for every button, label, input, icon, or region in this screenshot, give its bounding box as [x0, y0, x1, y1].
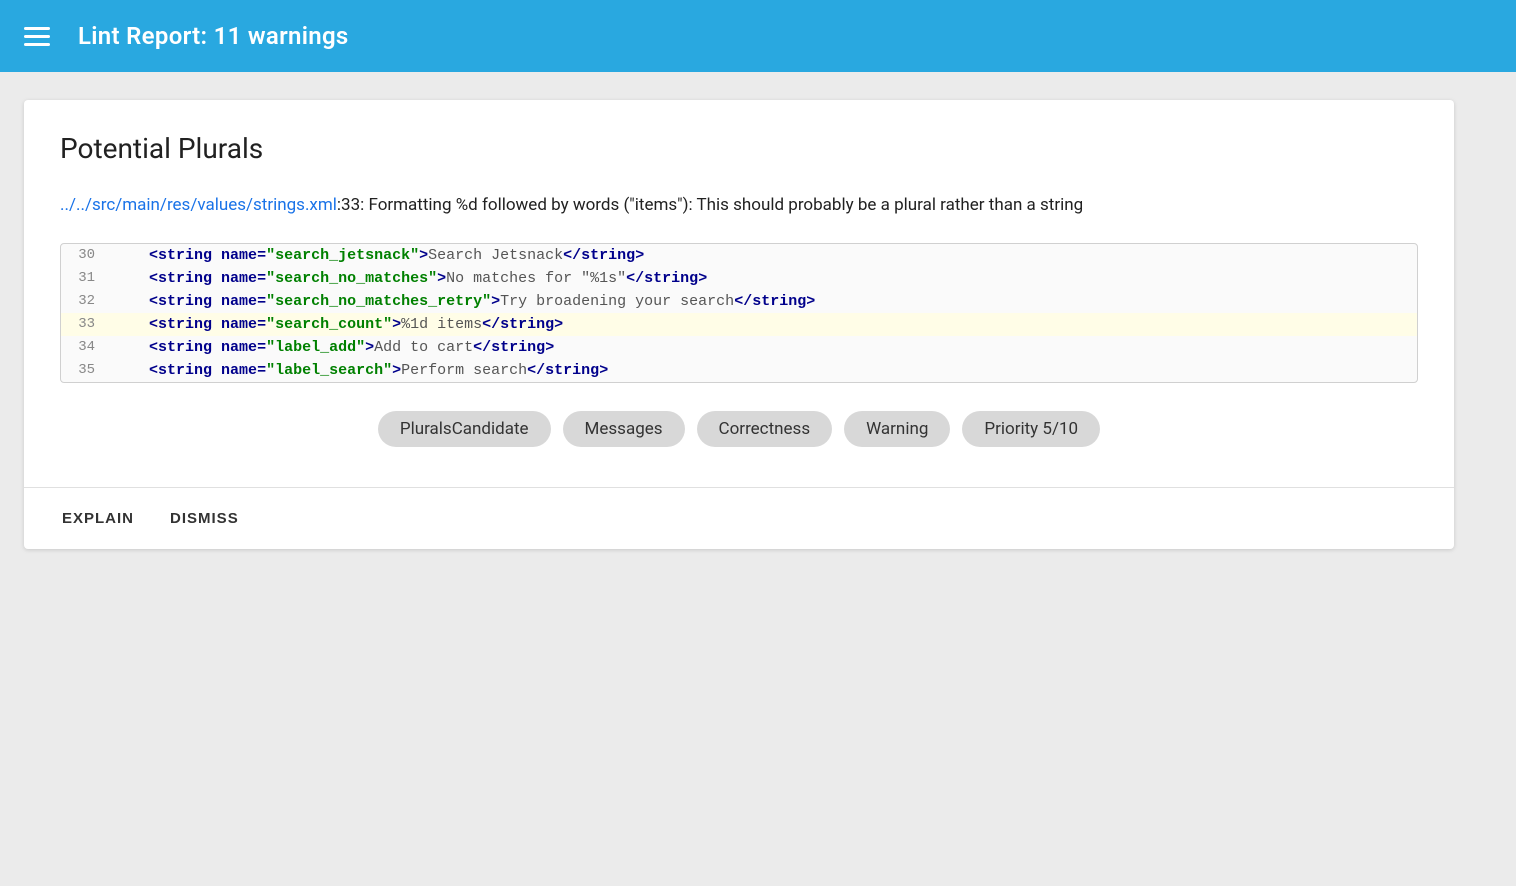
code-line-33: 33 <string name="search_count">%1d items… — [61, 313, 1417, 336]
code-content: <string name="label_search">Perform sear… — [113, 362, 608, 379]
chip-messages[interactable]: Messages — [563, 411, 685, 447]
content-area: Potential Plurals ../../src/main/res/val… — [0, 72, 1516, 573]
file-link[interactable]: ../../src/main/res/values/strings.xml — [60, 195, 337, 215]
chips-row: PluralsCandidate Messages Correctness Wa… — [60, 411, 1418, 455]
menu-icon[interactable] — [24, 27, 50, 46]
chip-priority[interactable]: Priority 5/10 — [962, 411, 1100, 447]
code-line-31: 31 <string name="search_no_matches">No m… — [61, 267, 1417, 290]
section-title: Potential Plurals — [60, 132, 1418, 165]
code-content: <string name="search_jetsnack">Search Je… — [113, 247, 644, 264]
dismiss-button[interactable]: DISMISS — [168, 506, 241, 531]
code-content: <string name="label_add">Add to cart</st… — [113, 339, 554, 356]
code-content: <string name="search_count">%1d items</s… — [113, 316, 563, 333]
line-number: 32 — [61, 293, 113, 309]
code-block: 30 <string name="search_jetsnack">Search… — [60, 243, 1418, 383]
line-number: 35 — [61, 362, 113, 378]
issue-text: :33: Formatting %d followed by words ("i… — [337, 195, 1083, 215]
code-line-30: 30 <string name="search_jetsnack">Search… — [61, 244, 1417, 267]
line-number: 34 — [61, 339, 113, 355]
lint-report-card: Potential Plurals ../../src/main/res/val… — [24, 100, 1454, 549]
chip-warning[interactable]: Warning — [844, 411, 950, 447]
topbar: Lint Report: 11 warnings — [0, 0, 1516, 72]
page-title: Lint Report: 11 warnings — [78, 22, 349, 50]
line-number: 30 — [61, 247, 113, 263]
code-line-34: 34 <string name="label_add">Add to cart<… — [61, 336, 1417, 359]
code-line-35: 35 <string name="label_search">Perform s… — [61, 359, 1417, 382]
code-line-32: 32 <string name="search_no_matches_retry… — [61, 290, 1417, 313]
chip-correctness[interactable]: Correctness — [697, 411, 833, 447]
chip-plurals-candidate[interactable]: PluralsCandidate — [378, 411, 551, 447]
code-content: <string name="search_no_matches">No matc… — [113, 270, 707, 287]
issue-description: ../../src/main/res/values/strings.xml:33… — [60, 193, 1418, 219]
line-number: 31 — [61, 270, 113, 286]
card-footer: EXPLAIN DISMISS — [60, 488, 1418, 549]
line-number: 33 — [61, 316, 113, 332]
explain-button[interactable]: EXPLAIN — [60, 506, 136, 531]
code-content: <string name="search_no_matches_retry">T… — [113, 293, 815, 310]
